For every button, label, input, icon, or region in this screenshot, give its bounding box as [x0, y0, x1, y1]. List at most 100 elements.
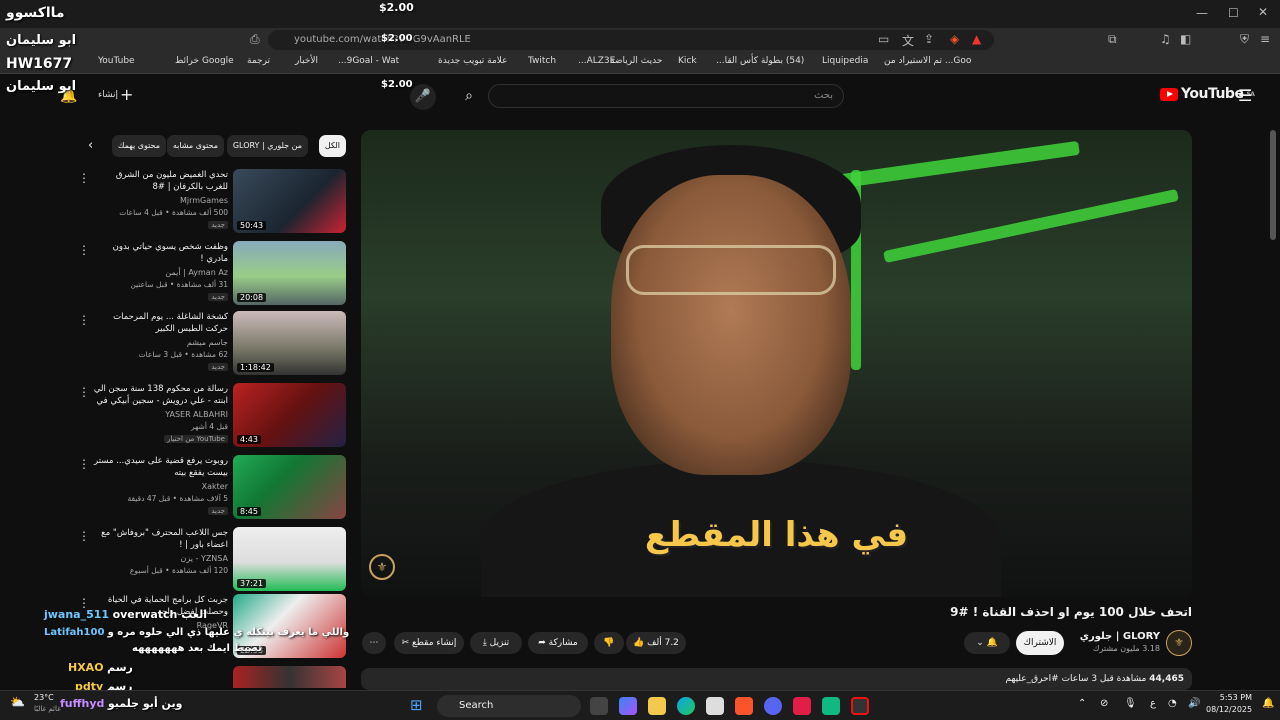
minimize-icon[interactable]: — — [1196, 6, 1208, 20]
app-icon-green[interactable] — [822, 697, 840, 715]
chip-from-channel[interactable]: من جلوري | GLORY — [226, 135, 308, 157]
recommendation-thumbnail[interactable]: 1:18:42 — [233, 311, 346, 375]
bookmark-item[interactable]: Goo... تم الاستيراد من — [884, 56, 971, 66]
search-input[interactable]: بحث — [488, 84, 844, 108]
notification-center-icon[interactable]: 🔔 — [1262, 698, 1274, 709]
volume-icon[interactable]: 🔊 — [1188, 698, 1200, 709]
bookmark-item[interactable]: Twitch — [528, 56, 556, 66]
create-plus-icon[interactable]: + — [120, 85, 133, 104]
recommendation-item[interactable]: 37:21 جس اللاعب المحترف "بروفاش" مع اعضا… — [78, 527, 346, 593]
more-options-icon[interactable]: ⋮ — [78, 313, 90, 327]
chip-more[interactable]: محتوى يهمك — [111, 135, 166, 157]
recommendation-item[interactable]: 4:43 رسالة من محكوم 138 سنة سجن الي ابنت… — [78, 383, 346, 449]
close-icon[interactable]: ✕ — [1258, 5, 1268, 19]
recommendation-item[interactable]: 20:08 وظفت شخص يسوي حياتي بدون مادري ! A… — [78, 241, 346, 307]
wifi-icon[interactable]: ◔ — [1168, 698, 1177, 709]
create-label[interactable]: إنشاء — [98, 90, 118, 100]
sidebar-icon[interactable]: ◧ — [1180, 32, 1191, 46]
weather-icon[interactable]: ⛅ — [10, 695, 25, 709]
rewards-icon[interactable]: ▲ — [972, 32, 981, 46]
recommendation-item[interactable]: 8:45 روبوت يرفع قضية على سيدي... مستر بي… — [78, 455, 346, 521]
recommendation-thumbnail[interactable]: 4:43 — [233, 383, 346, 447]
recommendation-title[interactable]: رسالة من محكوم 138 سنة سجن الي ابنته - ع… — [92, 383, 228, 408]
download-button[interactable]: تنزيل ⤓ — [470, 632, 522, 654]
chip-all[interactable]: الكل — [318, 135, 346, 157]
copilot-icon[interactable] — [619, 697, 637, 715]
chips-scroll-left-icon[interactable]: ‹ — [88, 138, 93, 153]
cast-icon[interactable]: ▭ — [878, 32, 889, 46]
edge-icon[interactable] — [677, 697, 695, 715]
more-options-icon[interactable]: ⋮ — [78, 171, 90, 185]
recommendation-thumbnail-partial[interactable] — [233, 666, 346, 688]
search-icon[interactable]: ⌕ — [452, 84, 486, 108]
vpn-icon[interactable]: ⛨ — [1240, 32, 1249, 47]
extensions-icon[interactable]: ⧉ — [1108, 32, 1117, 47]
dislike-button[interactable]: 👎 — [594, 632, 624, 654]
bookmark-item[interactable]: الأخبار — [295, 56, 318, 66]
page-scrollbar[interactable] — [1270, 130, 1276, 240]
recommendation-title[interactable]: وظفت شخص يسوي حياتي بدون مادري ! — [92, 241, 228, 265]
tray-icon[interactable]: ⊘ — [1100, 698, 1108, 709]
channel-name[interactable]: جلوري | GLORY — [1080, 631, 1160, 642]
taskbar-search[interactable]: Search — [437, 695, 581, 717]
task-view-icon[interactable] — [590, 697, 608, 715]
more-options-icon[interactable]: ⋮ — [78, 457, 90, 471]
clock-date[interactable]: 08/12/2025 — [1206, 705, 1252, 714]
menu-icon[interactable]: ≡ — [1260, 32, 1270, 46]
bookmark-item[interactable]: (54) بطولة كأس القا... — [716, 56, 804, 66]
recommendation-channel[interactable]: YZNSA - يزن — [180, 554, 228, 563]
app-icon-red[interactable] — [793, 697, 811, 715]
recommendation-thumbnail[interactable]: 37:21 — [233, 527, 346, 591]
file-explorer-icon[interactable] — [648, 697, 666, 715]
obs-icon[interactable] — [851, 697, 869, 715]
language-indicator[interactable]: ع — [1150, 698, 1156, 709]
recommendation-item[interactable]: 50:43 تحدي الغميض مليون من الشرق للغرب ب… — [78, 169, 346, 235]
recommendation-channel[interactable]: Ayman Az | أيمن — [165, 268, 228, 277]
more-actions-button[interactable]: ⋯ — [362, 632, 386, 654]
voice-search-icon[interactable]: 🎤 — [410, 84, 436, 110]
music-icon[interactable]: ♫ — [1160, 32, 1171, 46]
share-page-icon[interactable]: ⇪ — [924, 32, 934, 46]
subscribe-button[interactable]: الاشتراك — [1016, 631, 1064, 655]
channel-info[interactable]: ⚜ جلوري | GLORY 3.18 مليون مشترك — [1070, 630, 1192, 656]
recommendation-thumbnail[interactable]: 8:45 — [233, 455, 346, 519]
more-options-icon[interactable]: ⋮ — [78, 385, 90, 399]
bookmark-item[interactable]: Kick — [678, 56, 697, 66]
chip-related[interactable]: محتوى مشابه — [166, 135, 224, 157]
more-options-icon[interactable]: ⋮ — [78, 529, 90, 543]
windows-start-icon[interactable]: ⊞ — [410, 696, 423, 714]
recommendation-channel[interactable]: MjrmGames — [180, 196, 228, 205]
channel-watermark-icon[interactable]: ⚜ — [369, 554, 395, 580]
notification-bell-button[interactable]: 🔔 ⌄ — [964, 632, 1010, 654]
recommendation-title[interactable]: كشخة الشاغلة ... يوم المرحمات حركت الطبس… — [92, 311, 228, 335]
recommendation-thumbnail[interactable]: 20:08 — [233, 241, 346, 305]
bookmark-item[interactable]: علامة تبويب جديدة — [438, 56, 508, 66]
recommendation-title[interactable]: جس اللاعب المحترف "بروفاش" مع اعضاء باور… — [92, 527, 228, 551]
like-button[interactable]: 7.2 ألف 👍 — [626, 632, 686, 654]
share-button[interactable]: مشاركة ➦ — [528, 632, 588, 654]
tray-overflow-icon[interactable]: ⌃ — [1078, 698, 1086, 709]
recommendation-channel[interactable]: جاسم ميشم — [187, 338, 228, 347]
bookmark-item[interactable]: YouTube — [98, 56, 135, 66]
maximize-icon[interactable]: ☐ — [1228, 6, 1239, 20]
recommendation-channel[interactable]: YASER ALBAHRI — [165, 410, 228, 419]
translate-icon[interactable]: 文 — [902, 32, 914, 49]
bookmark-item[interactable]: حديث الرياضة — [610, 56, 662, 66]
discord-icon[interactable] — [764, 697, 782, 715]
bookmark-item[interactable]: Google خرائط — [175, 56, 234, 66]
recommendation-title[interactable]: تحدي الغميض مليون من الشرق للغرب بالكرفا… — [92, 169, 228, 193]
brave-shield-icon[interactable]: ◈ — [950, 32, 959, 46]
bookmark-item[interactable]: Liquipedia — [822, 56, 868, 66]
recommendation-item[interactable]: 1:18:42 كشخة الشاغلة ... يوم المرحمات حر… — [78, 311, 346, 377]
hamburger-menu-icon[interactable]: ☰ — [1238, 86, 1252, 105]
channel-avatar[interactable]: ⚜ — [1166, 630, 1192, 656]
clip-button[interactable]: إنشاء مقطع ✂ — [394, 632, 464, 654]
recommendation-thumbnail[interactable]: 50:43 — [233, 169, 346, 233]
recommendation-channel[interactable]: Xakter — [202, 482, 228, 491]
clock-time[interactable]: 5:53 PM — [1218, 693, 1252, 702]
description-box[interactable]: 44,465 مشاهدة قبل 3 ساعات #احرق_عليهم — [361, 668, 1192, 690]
bookmark-item[interactable]: 9Goal - Wat... — [338, 56, 399, 66]
video-player[interactable]: في هذا المقطع ⚜ — [361, 130, 1192, 597]
recommendation-title[interactable]: روبوت يرفع قضية على سيدي... مستر بيست يف… — [92, 455, 228, 479]
store-icon[interactable] — [706, 697, 724, 715]
